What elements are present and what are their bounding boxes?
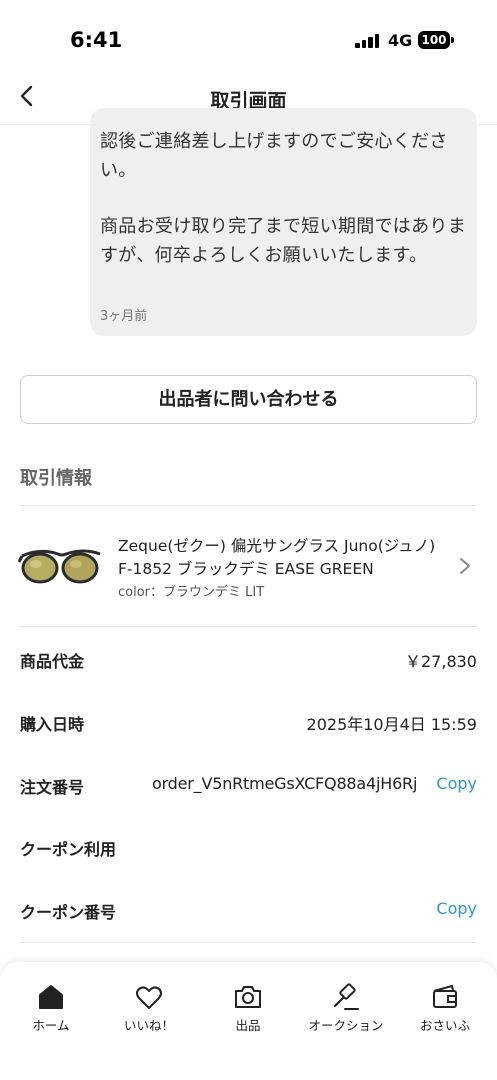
price-value: ￥27,830: [405, 652, 477, 671]
contact-seller-button[interactable]: 出品者に問い合わせる: [20, 375, 477, 424]
message-paragraph: 商品お受け取り完了まで短い期間ではありますが、何卒よろしくお願いいたします。: [100, 216, 466, 266]
product-row[interactable]: Zeque(ゼクー) 偏光サングラス Juno(ジュノ) F-1852 ブラック…: [0, 508, 497, 626]
copy-coupon-number-button[interactable]: Copy: [436, 899, 477, 918]
wallet-icon: [433, 985, 457, 1008]
purchase-date-row: 購入日時 2025年10月4日 15:59: [20, 709, 477, 739]
divider: [20, 942, 477, 943]
tab-label: オークション: [308, 1018, 384, 1033]
purchase-date-label: 購入日時: [20, 715, 85, 734]
battery-tip: [451, 37, 454, 43]
section-title: 取引情報: [20, 468, 92, 489]
coupon-number-label: クーポン番号: [20, 903, 117, 922]
home-icon: [39, 985, 63, 1009]
tab-wallet[interactable]: おさいふ: [397, 982, 493, 1042]
coupon-use-row: クーポン利用: [20, 834, 477, 864]
status-time: 6:41: [70, 28, 123, 52]
camera-icon: [235, 986, 261, 1008]
heart-icon: [136, 986, 162, 1009]
sunglasses-image: [18, 549, 101, 584]
tab-label: 出品: [235, 1018, 261, 1033]
tab-home[interactable]: ホーム: [3, 982, 99, 1042]
coupon-number-row: クーポン番号 Copy: [20, 897, 477, 927]
signal-icon: [355, 34, 381, 48]
divider: [20, 505, 477, 506]
copy-order-number-button[interactable]: Copy: [436, 774, 477, 793]
price-label: 商品代金: [20, 652, 85, 671]
order-number-label: 注文番号: [20, 778, 85, 797]
coupon-use-label: クーポン利用: [20, 840, 117, 859]
order-number-value: order_V5nRtmeGsXCFQ88a4jH6Rj: [152, 774, 418, 793]
battery-icon: 100: [418, 31, 450, 49]
order-number-row: 注文番号 order_V5nRtmeGsXCFQ88a4jH6Rj Copy: [20, 772, 477, 802]
tab-label: ホーム: [32, 1018, 70, 1033]
price-row: 商品代金 ￥27,830: [20, 646, 477, 676]
tab-label: いいね！: [123, 1018, 174, 1033]
divider: [20, 626, 477, 627]
tab-sell[interactable]: 出品: [200, 982, 296, 1042]
network-label: 4G: [388, 31, 413, 50]
purchase-date-value: 2025年10月4日 15:59: [306, 715, 477, 734]
message-timestamp: 3ヶ月前: [100, 309, 148, 324]
status-bar: 6:41 4G 100: [0, 0, 497, 80]
product-variant: color：ブラウンデミ LIT: [118, 585, 265, 600]
bottom-tab-bar: ホーム いいね！ 出品 オークション おさいふ: [0, 962, 497, 1080]
message-text: 認後ご連絡差し上げますのでご安心ください。 商品お受け取り完了まで短い期間ではあ…: [100, 128, 470, 270]
message-bubble: 認後ご連絡差し上げますのでご安心ください。 商品お受け取り完了まで短い期間ではあ…: [90, 108, 477, 336]
message-paragraph: 認後ご連絡差し上げますのでご安心ください。: [100, 131, 448, 181]
product-name: Zeque(ゼクー) 偏光サングラス Juno(ジュノ) F-1852 ブラック…: [118, 537, 436, 578]
tab-label: おさいふ: [419, 1018, 470, 1033]
tab-auction[interactable]: オークション: [298, 982, 394, 1042]
chevron-right-icon: [460, 558, 470, 574]
tab-likes[interactable]: いいね！: [101, 982, 197, 1042]
gavel-icon: [333, 983, 359, 1010]
